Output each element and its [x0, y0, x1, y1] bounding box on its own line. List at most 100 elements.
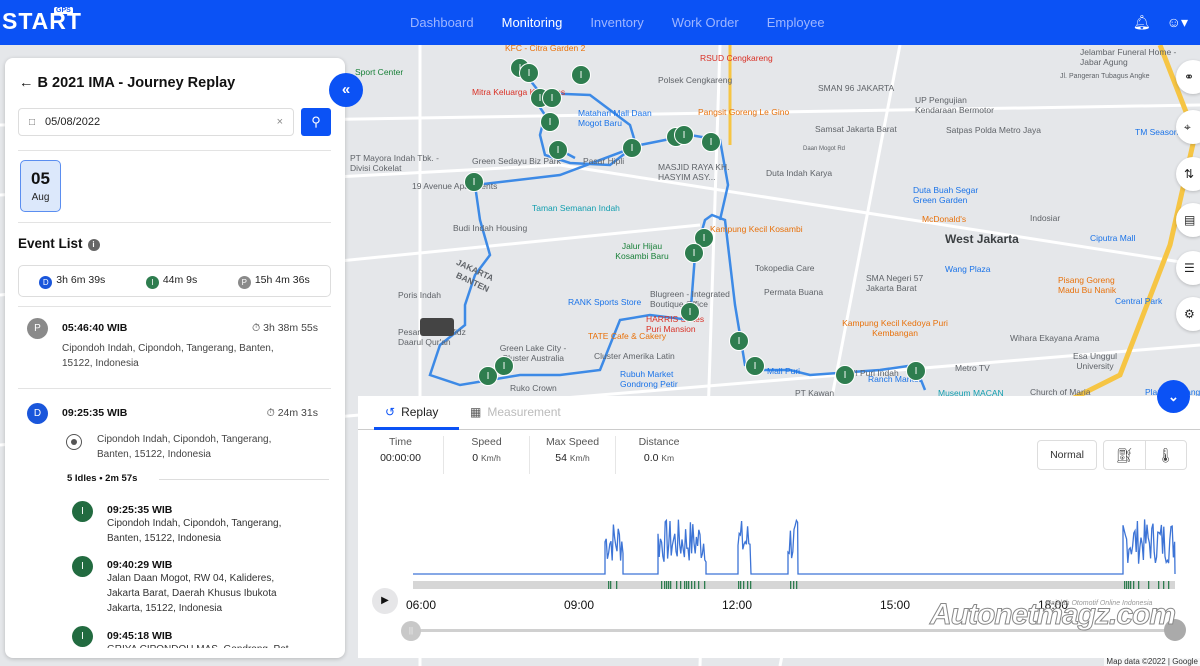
map-label: Permata Buana: [764, 287, 824, 297]
idle-badge: I: [72, 501, 93, 522]
idle-activity-mark: [743, 581, 745, 589]
day-card[interactable]: 05 Aug: [20, 160, 61, 212]
stat-number: 0.0: [643, 452, 659, 464]
idle-activity-mark: [680, 581, 682, 589]
map-label: Mall Puri: [767, 366, 801, 376]
idle-time[interactable]: 09:40:29 WIB: [107, 559, 172, 571]
watermark-subtitle: Majalah Otomotif Online Indonesia: [1045, 600, 1153, 607]
idle-marker[interactable]: I: [622, 138, 642, 158]
idle-address: Jalan Daan Mogot, RW 04, Kalideres, Jakar…: [107, 571, 277, 616]
map-label: Duta Buah Segar Green Garden: [913, 185, 979, 205]
map-label: Daan Mogot Rd: [803, 146, 846, 152]
idle-marker[interactable]: I: [571, 65, 591, 85]
idles-header[interactable]: 5 Idles • 2m 57s: [67, 473, 331, 484]
tab-replay[interactable]: ↺ Replay: [385, 405, 438, 419]
idle-marker[interactable]: I: [542, 88, 562, 108]
collapse-panel-button[interactable]: «: [329, 73, 363, 107]
tab-measurement[interactable]: ▦ Measurement: [470, 405, 561, 419]
stat-number: 00:00:00: [380, 452, 421, 464]
date-field[interactable]: □ 05/08/2022 ×: [18, 108, 294, 136]
nav-monitoring[interactable]: Monitoring: [502, 15, 563, 30]
nav-inventory[interactable]: Inventory: [590, 15, 643, 30]
map-attribution[interactable]: Map data ©2022 | Google: [1104, 657, 1200, 666]
location-target-icon: [66, 434, 82, 450]
idle-address: Cipondoh Indah, Cipondoh, Tangerang, Bant…: [107, 516, 281, 546]
user-icon[interactable]: ☺▾: [1167, 14, 1188, 31]
map-label: Jelambar Funeral Home - Jabar Agung: [1080, 47, 1177, 67]
map-label: Sport Center: [355, 67, 404, 77]
stat-value: 00:00:00: [358, 452, 443, 464]
idle-marker[interactable]: I: [906, 361, 926, 381]
nav-work-order[interactable]: Work Order: [672, 15, 739, 30]
idle-time[interactable]: 09:45:18 WIB: [107, 630, 172, 642]
idle-marker[interactable]: I: [464, 172, 484, 192]
map-label: Duta Indah Karya: [766, 168, 833, 178]
idle-activity-mark: [698, 581, 700, 589]
map-label: Central Park: [1115, 296, 1163, 306]
idle-time[interactable]: 09:25:35 WIB: [107, 504, 172, 516]
stat-number: 0: [472, 452, 479, 464]
info-icon[interactable]: i: [87, 239, 100, 251]
map-label: Indosiar: [1030, 213, 1061, 223]
timer-icon: ⏱︎: [252, 322, 264, 334]
event-list-title: Event List i: [18, 236, 100, 251]
idle-activity-mark: [664, 581, 666, 589]
idle-activity-mark: [796, 581, 798, 589]
idle-marker[interactable]: I: [835, 365, 855, 385]
panel-title: ← B 2021 IMA - Journey Replay: [19, 75, 235, 91]
idle-activity-mark: [1163, 581, 1165, 589]
stat-value: 0 Km/h: [444, 452, 529, 464]
event-time[interactable]: 05:46:40 WIB: [62, 322, 127, 334]
idle-activity-mark: [1148, 581, 1150, 589]
bell-icon[interactable]: 🔔︎: [1133, 14, 1151, 31]
idle-marker[interactable]: I: [494, 356, 514, 376]
idle-marker[interactable]: I: [745, 356, 765, 376]
event-duration: ⏱︎ 3h 38m 55s: [252, 322, 318, 335]
idle-activity-mark: [1124, 581, 1126, 589]
search-icon: ⚲: [311, 114, 321, 129]
idle-marker[interactable]: I: [701, 132, 721, 152]
playback-mode-button[interactable]: Normal: [1037, 440, 1097, 470]
idle-activity-mark: [1168, 581, 1170, 589]
clear-icon[interactable]: ×: [277, 116, 283, 128]
play-icon: ▶: [381, 595, 389, 606]
address-line: 15122, Indonesia: [62, 358, 139, 369]
back-arrow-icon[interactable]: ←: [19, 75, 38, 91]
nav-employee[interactable]: Employee: [767, 15, 825, 30]
date-value: 05/08/2022: [45, 116, 101, 128]
idle-activity-mark: [694, 581, 696, 589]
search-button[interactable]: ⚲: [301, 108, 331, 136]
idle-marker[interactable]: I: [680, 302, 700, 322]
idle-activity-mark: [608, 581, 610, 589]
stat-distance: Distance 0.0 Km: [616, 436, 702, 474]
parking-badge: P: [237, 275, 251, 289]
idle-marker[interactable]: I: [519, 63, 539, 83]
map-label: Jalur Hijau Kosambi Baru: [615, 241, 669, 261]
replay-tabs: ↺ Replay ▦ Measurement: [358, 396, 1200, 430]
collapse-replay-button[interactable]: ⌄: [1157, 380, 1190, 413]
app-logo[interactable]: START GPS: [2, 7, 82, 35]
idle-marker[interactable]: I: [540, 112, 560, 132]
stat-speed: Speed 0 Km/h: [444, 436, 530, 474]
fuel-icon[interactable]: ⛽︎: [1104, 441, 1146, 469]
divider: [18, 150, 331, 151]
day-number: 05: [31, 169, 50, 188]
idle-marker[interactable]: I: [548, 140, 568, 160]
map-label: RSUD Cengkareng: [700, 53, 773, 63]
play-button[interactable]: ▶: [372, 588, 398, 614]
idle-marker[interactable]: I: [674, 125, 694, 145]
nav-dashboard[interactable]: Dashboard: [410, 15, 474, 30]
idle-marker[interactable]: I: [729, 331, 749, 351]
vehicle-marker[interactable]: [420, 318, 454, 336]
timeline-slider-thumb[interactable]: ||: [401, 621, 421, 641]
divider: [18, 388, 331, 389]
idle-badge: I: [145, 275, 159, 289]
idle-marker[interactable]: I: [684, 243, 704, 263]
event-time[interactable]: 09:25:35 WIB: [62, 407, 127, 419]
thermometer-icon[interactable]: 🌡︎: [1146, 441, 1187, 469]
timeline-tick: 06:00: [406, 598, 437, 612]
idle-activity-mark: [740, 581, 742, 589]
map-label: Samsat Jakarta Barat: [815, 124, 897, 134]
map-label: SMA Negeri 57 Jakarta Barat: [866, 273, 924, 293]
map-label: KFC - Citra Garden 2: [505, 45, 586, 53]
